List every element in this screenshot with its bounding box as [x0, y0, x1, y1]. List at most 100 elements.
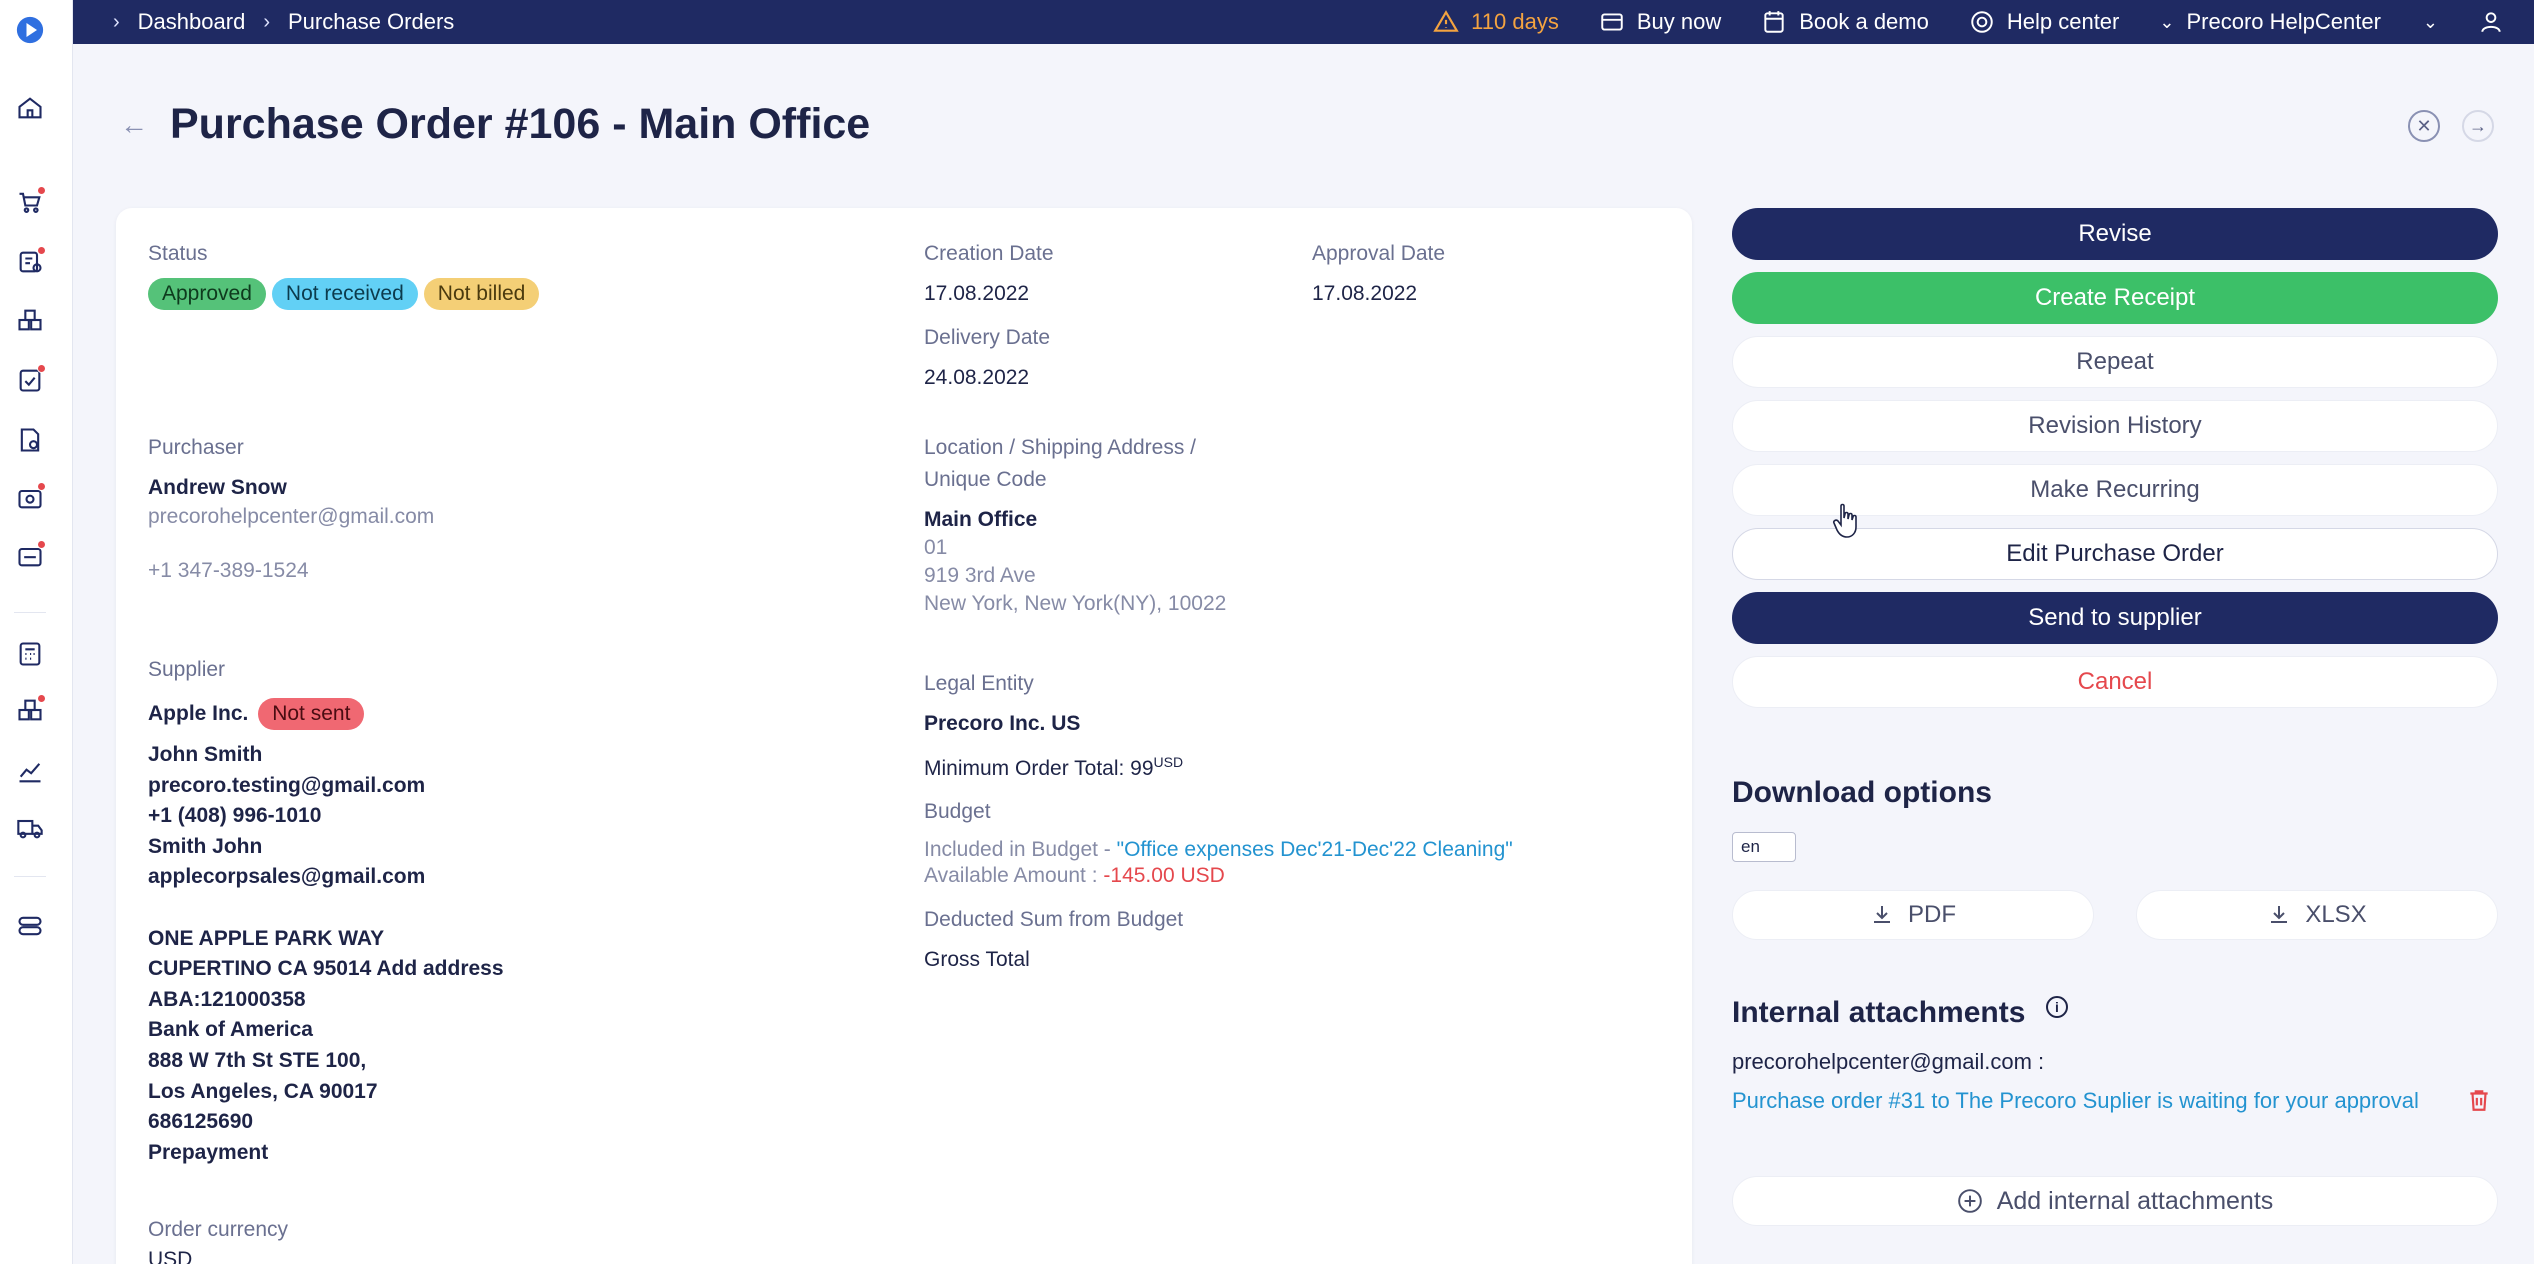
sidebar-item-requisitions[interactable]: [14, 186, 46, 218]
back-arrow-icon[interactable]: ←: [120, 109, 148, 141]
revision-history-button[interactable]: Revision History: [1732, 400, 2498, 452]
location-name: Main Office: [924, 508, 1038, 531]
precoro-logo[interactable]: [14, 14, 46, 46]
supplier-payment-terms: Prepayment: [148, 1140, 269, 1164]
calculator-icon: [19, 642, 41, 666]
legal-entity-label: Legal Entity: [924, 672, 1034, 695]
chevron-right-icon: ›: [263, 10, 270, 33]
lifebuoy-icon: [1971, 11, 1993, 33]
attachment-file-link[interactable]: Purchase order #31 to The Precoro Suplie…: [1732, 1088, 2444, 1114]
budget-included: Included in Budget - "Office expenses De…: [924, 838, 1513, 862]
minimum-order-label: Minimum Order Total: 99: [924, 757, 1154, 780]
purchaser-label: Purchaser: [148, 436, 244, 459]
order-currency-value: USD: [148, 1248, 193, 1264]
plus-circle-icon: [1957, 1189, 1982, 1213]
title-actions: ✕ →: [2408, 110, 2494, 142]
supplier-aba: ABA:121000358: [148, 987, 306, 1011]
buy-now-link[interactable]: Buy now: [1599, 9, 1721, 35]
download-pdf-label: PDF: [1908, 901, 1956, 928]
supplier-row: Apple Inc. Not sent: [148, 698, 370, 730]
top-bar: › Dashboard › Purchase Orders 110 days B…: [73, 0, 2534, 44]
receipt-icon: [20, 428, 40, 452]
supplier-send-badge: Not sent: [258, 698, 365, 730]
notification-dot: [37, 694, 46, 703]
sidebar-item-budgets[interactable]: [14, 638, 46, 670]
download-pdf-button[interactable]: PDF: [1732, 890, 2094, 940]
deducted-sum-value: Gross Total: [924, 948, 1030, 971]
available-amount-prefix: Available Amount :: [924, 864, 1104, 887]
send-to-supplier-button[interactable]: Send to supplier: [1732, 592, 2498, 644]
close-circle-icon[interactable]: ✕: [2408, 110, 2440, 142]
book-demo-label: Book a demo: [1799, 9, 1929, 34]
supplier-secondary-contact: Smith John: [148, 834, 263, 858]
trial-days: 110 days: [1471, 9, 1559, 34]
supplier-contact-email: precoro.testing@gmail.com: [148, 773, 426, 797]
download-xlsx-label: XLSX: [2305, 901, 2367, 928]
repeat-button[interactable]: Repeat: [1732, 336, 2498, 388]
chevron-down-icon: ⌄: [2422, 11, 2438, 32]
supplier-details: John Smith precoro.testing@gmail.com +1 …: [148, 740, 504, 1168]
breadcrumb: › Dashboard › Purchase Orders: [113, 9, 454, 35]
download-xlsx-button[interactable]: XLSX: [2136, 890, 2498, 940]
trial-indicator[interactable]: 110 days: [1433, 9, 1559, 35]
location-city: New York, New York(NY), 10022: [924, 592, 1227, 615]
delivery-date-label: Delivery Date: [924, 326, 1051, 349]
minimum-order-currency: USD: [1153, 754, 1184, 770]
purchaser-phone: +1 347-389-1524: [148, 559, 309, 582]
location-label-line2: Unique Code: [924, 468, 1047, 491]
help-center-link[interactable]: Help center: [1969, 9, 2119, 35]
cancel-order-button[interactable]: Cancel: [1732, 656, 2498, 708]
purchaser-email: precorohelpcenter@gmail.com: [148, 505, 435, 528]
budget-name-link[interactable]: "Office expenses Dec'21-Dec'22 Cleaning": [1117, 838, 1513, 861]
sidebar-item-invoices[interactable]: [14, 482, 46, 514]
purchaser-name: Andrew Snow: [148, 476, 287, 499]
breadcrumb-purchase-orders[interactable]: Purchase Orders: [288, 9, 454, 35]
deducted-sum-label: Deducted Sum from Budget: [924, 908, 1184, 931]
hand-cursor-icon: [1833, 503, 1857, 538]
sidebar-item-delivery[interactable]: [14, 812, 46, 844]
sidebar-item-purchase-orders[interactable]: [14, 246, 46, 278]
creation-date-value: 17.08.2022: [924, 282, 1030, 305]
user-icon: [2481, 12, 2501, 33]
toggles-icon: [18, 916, 42, 936]
revise-button[interactable]: Revise: [1732, 208, 2498, 260]
status-badge-received: Not received: [271, 278, 418, 310]
notification-dot: [37, 364, 46, 373]
legal-entity-value: Precoro Inc. US: [924, 712, 1081, 735]
sidebar-item-inventory[interactable]: [14, 694, 46, 726]
location-code: 01: [924, 536, 948, 559]
supplier-account-number: 686125690: [148, 1110, 254, 1134]
supplier-secondary-email: applecorpsales@gmail.com: [148, 865, 426, 889]
order-currency-label: Order currency: [148, 1218, 289, 1241]
trash-icon[interactable]: [2466, 1087, 2492, 1113]
supplier-spacer: [148, 893, 504, 924]
sidebar-item-approvals[interactable]: [14, 364, 46, 396]
info-icon[interactable]: i: [2046, 996, 2068, 1018]
sidebar-item-analytics[interactable]: [14, 756, 46, 788]
language-select[interactable]: en: [1732, 832, 1796, 862]
status-badge-billed: Not billed: [423, 278, 540, 310]
chart-icon: [19, 763, 41, 783]
internal-attachments-title: Internal attachments: [1732, 996, 2026, 1029]
notification-dot: [37, 246, 46, 255]
creation-date-label: Creation Date: [924, 242, 1054, 265]
truck-icon: [17, 819, 43, 839]
budget-included-prefix: Included in Budget -: [924, 838, 1117, 861]
user-menu[interactable]: [2478, 9, 2504, 35]
home-icon: [18, 97, 42, 119]
sidebar-item-home[interactable]: [14, 92, 46, 124]
next-arrow-icon[interactable]: →: [2462, 110, 2494, 142]
book-demo-link[interactable]: Book a demo: [1761, 9, 1929, 35]
logo-icon: [16, 16, 44, 44]
supplier-address-2: CUPERTINO CA 95014 Add address: [148, 957, 504, 981]
minimum-order-total: Minimum Order Total: 99USD: [924, 754, 1183, 781]
title-row: ← Purchase Order #106 - Main Office: [120, 100, 870, 149]
account-switcher[interactable]: ⌄ Precoro HelpCenter ⌄: [2159, 9, 2438, 35]
create-receipt-button[interactable]: Create Receipt: [1732, 272, 2498, 324]
sidebar-item-payments[interactable]: [14, 540, 46, 572]
sidebar-item-suppliers[interactable]: [14, 304, 46, 336]
add-internal-attachments-button[interactable]: Add internal attachments: [1732, 1176, 2498, 1226]
sidebar-item-receipts[interactable]: [14, 424, 46, 456]
breadcrumb-dashboard[interactable]: Dashboard: [138, 9, 246, 35]
sidebar-item-settings[interactable]: [14, 910, 46, 942]
